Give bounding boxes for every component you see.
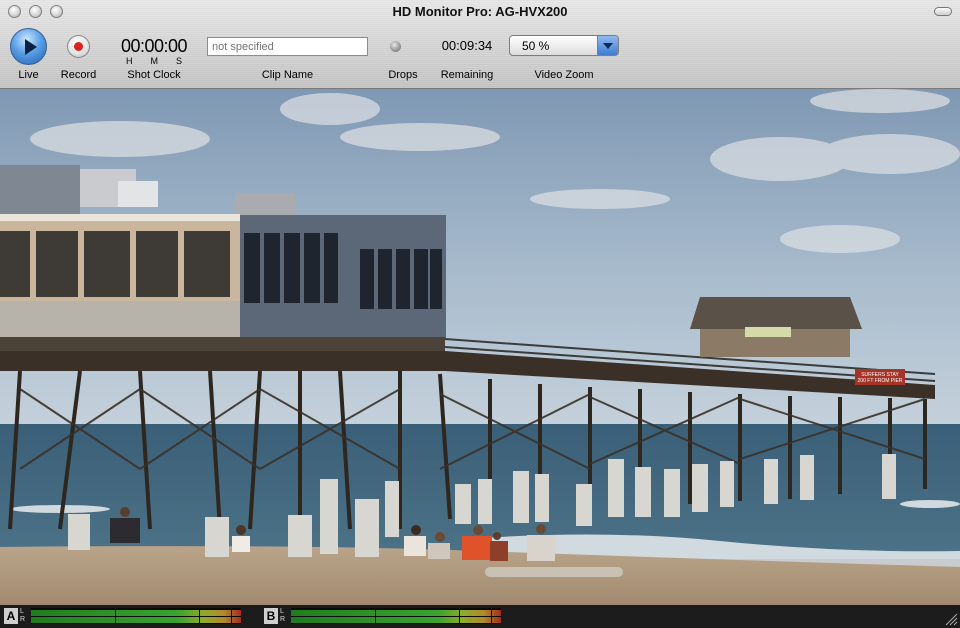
clip-name-label: Clip Name: [261, 69, 314, 81]
pier-scene-image: SURFERS STAY 200 FT FROM PIER: [0, 89, 960, 605]
record-label: Record: [60, 69, 97, 81]
drops-indicator-icon: [390, 41, 401, 52]
audio-meter-a: [31, 608, 241, 624]
audio-meter-b: [291, 608, 501, 624]
channel-b-tag: B: [264, 608, 278, 624]
shot-clock-label: Shot Clock: [127, 69, 181, 81]
window-chrome: HD Monitor Pro: AG-HVX200 00:00:00 H M S…: [0, 0, 960, 89]
title-bar: HD Monitor Pro: AG-HVX200: [0, 0, 960, 22]
meter-tick: [491, 608, 492, 624]
shot-clock-display: 00:00:00: [120, 36, 188, 56]
seconds-unit: S: [175, 56, 182, 66]
meter-a-left-level: [31, 610, 241, 616]
zoom-dropdown-toggle[interactable]: [597, 36, 618, 55]
meter-b-left-level: [291, 610, 501, 616]
channel-b-left-label: L: [280, 608, 284, 615]
resize-grip-icon[interactable]: [944, 612, 958, 626]
shot-clock-units: H M S: [112, 56, 196, 66]
record-icon: [74, 42, 83, 51]
meter-b-right-level: [291, 617, 501, 623]
drops-label: Drops: [388, 69, 418, 81]
meter-tick: [459, 608, 460, 624]
live-button[interactable]: [10, 28, 47, 65]
audio-meter-bar: A L R B L R: [0, 605, 960, 628]
meter-tick: [199, 608, 200, 624]
hours-unit: H: [125, 56, 133, 66]
video-preview: SURFERS STAY 200 FT FROM PIER: [0, 89, 960, 605]
remaining-time: 00:09:34: [441, 38, 493, 53]
meter-tick: [115, 608, 116, 624]
live-label: Live: [18, 69, 39, 81]
channel-a-left-label: L: [20, 608, 24, 615]
minutes-unit: M: [150, 56, 158, 66]
meter-tick: [375, 608, 376, 624]
channel-a-tag: A: [4, 608, 18, 624]
toolbar-toggle-button[interactable]: [934, 7, 952, 16]
meter-tick: [231, 608, 232, 624]
video-zoom-label: Video Zoom: [534, 69, 594, 81]
channel-b-right-label: R: [280, 616, 286, 623]
meter-a-right-level: [31, 617, 241, 623]
video-zoom-value: 50 %: [522, 39, 550, 53]
channel-a-lr: L R: [20, 608, 25, 624]
window-title: HD Monitor Pro: AG-HVX200: [392, 4, 568, 19]
channel-b-lr: L R: [280, 608, 285, 624]
pier-sign-line-2: 200 FT FROM PIER: [858, 378, 903, 384]
channel-a-right-label: R: [20, 616, 26, 623]
chevron-down-icon: [603, 42, 613, 49]
video-zoom-select[interactable]: 50 %: [509, 35, 619, 56]
clip-name-input[interactable]: [207, 37, 368, 56]
record-button[interactable]: [67, 35, 90, 58]
remaining-label: Remaining: [440, 69, 494, 81]
play-icon: [24, 38, 37, 55]
